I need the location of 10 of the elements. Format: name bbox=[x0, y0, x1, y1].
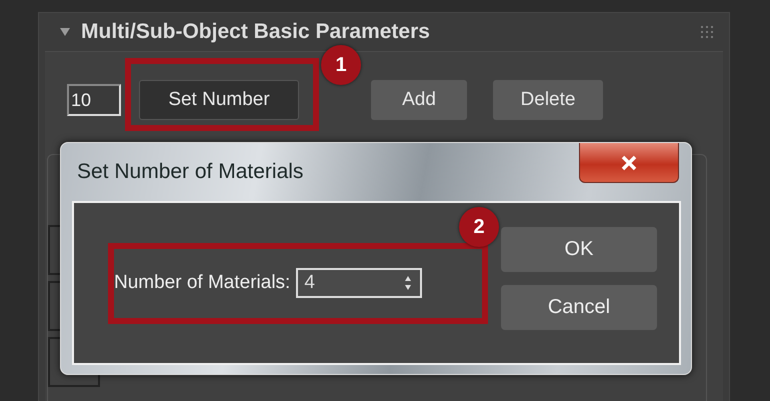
panel-button[interactable]: Set Number bbox=[139, 80, 299, 120]
field-label: Number of Materials: bbox=[114, 272, 290, 294]
panel-title: Multi/Sub-Object Basic Parameters bbox=[81, 20, 430, 44]
dialog-title: Set Number of Materials bbox=[77, 160, 304, 184]
dialog-button[interactable]: OK bbox=[501, 227, 657, 272]
count-field[interactable]: 10 bbox=[67, 84, 121, 116]
panel-button[interactable]: Delete bbox=[493, 80, 603, 120]
panel-button[interactable]: Add bbox=[371, 80, 467, 120]
spinner-field[interactable]: 4 bbox=[296, 268, 422, 298]
dialog-button[interactable]: Cancel bbox=[501, 285, 657, 330]
